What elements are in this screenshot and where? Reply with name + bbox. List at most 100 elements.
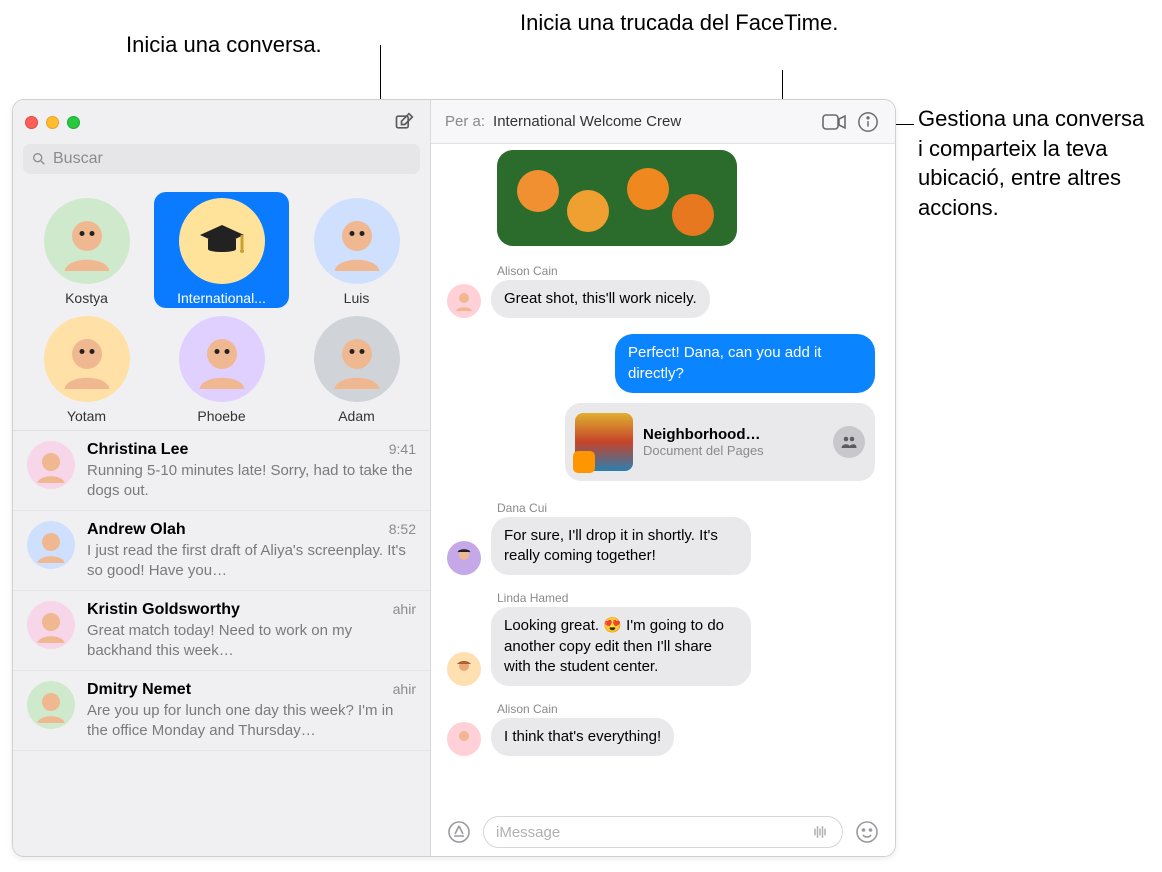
graduation-cap-icon xyxy=(197,221,247,261)
pin-label: Kostya xyxy=(65,290,108,306)
sidebar: Buscar Kostya International... Luis Yotam Ph… xyxy=(13,100,431,856)
search-icon xyxy=(31,151,47,167)
pinned-conversation[interactable]: Kostya xyxy=(19,192,154,308)
conversation-time: ahir xyxy=(393,681,416,697)
pinned-conversation[interactable]: Adam xyxy=(289,310,424,426)
message-input[interactable]: iMessage xyxy=(483,816,843,848)
conversation-time: 8:52 xyxy=(389,521,416,537)
avatar[interactable] xyxy=(447,284,481,318)
conversation-preview: I just read the first draft of Aliya's s… xyxy=(87,541,416,580)
pinned-conversation[interactable]: International... xyxy=(154,192,289,308)
avatar xyxy=(314,316,400,402)
memoji-icon xyxy=(33,687,69,723)
search-placeholder: Buscar xyxy=(53,150,103,168)
avatar xyxy=(27,601,75,649)
traffic-lights xyxy=(25,116,80,129)
conversation-time: 9:41 xyxy=(389,441,416,457)
conversation-name: Kristin Goldsworthy xyxy=(87,601,240,619)
app-store-button[interactable] xyxy=(445,818,473,846)
doc-title: Neighborhood… xyxy=(643,426,823,443)
avatar xyxy=(179,316,265,402)
avatar xyxy=(44,198,130,284)
sender-label: Linda Hamed xyxy=(497,591,879,605)
smile-icon xyxy=(855,820,879,844)
conversation-name: Christina Lee xyxy=(87,441,188,459)
pinned-conversation[interactable]: Luis xyxy=(289,192,424,308)
memoji-icon xyxy=(327,329,387,389)
appstore-icon xyxy=(447,820,471,844)
pinned-conversation[interactable]: Yotam xyxy=(19,310,154,426)
to-label: Per a: xyxy=(445,113,485,130)
details-button[interactable] xyxy=(855,109,881,135)
search-input[interactable]: Buscar xyxy=(23,144,420,174)
avatar xyxy=(44,316,130,402)
pin-label: Phoebe xyxy=(197,408,245,424)
avatar xyxy=(314,198,400,284)
close-button[interactable] xyxy=(25,116,38,129)
conversation-time: ahir xyxy=(393,601,416,617)
memoji-icon xyxy=(33,447,69,483)
input-bar: iMessage xyxy=(431,808,895,856)
conversation-preview: Running 5-10 minutes late! Sorry, had to… xyxy=(87,461,416,500)
conversation-preview: Are you up for lunch one day this week? … xyxy=(87,701,416,740)
memoji-icon xyxy=(452,657,476,681)
messages-window: Buscar Kostya International... Luis Yotam Ph… xyxy=(12,99,896,857)
document-attachment[interactable]: Neighborhood… Document del Pages xyxy=(565,403,875,481)
conversation-list: Christina Lee 9:41 Running 5-10 minutes la… xyxy=(13,430,430,856)
input-placeholder: iMessage xyxy=(496,824,560,841)
memoji-icon xyxy=(452,546,476,570)
callout-info: Gestiona una conversa i comparteix la te… xyxy=(918,104,1148,223)
conversation-item[interactable]: Andrew Olah8:52I just read the first dra… xyxy=(13,511,430,591)
pin-label: Luis xyxy=(344,290,370,306)
pinned-conversations: Kostya International... Luis Yotam Phoebe Ada… xyxy=(13,184,430,430)
zoom-button[interactable] xyxy=(67,116,80,129)
avatar[interactable] xyxy=(447,652,481,686)
minimize-button[interactable] xyxy=(46,116,59,129)
message-outgoing[interactable]: Perfect! Dana, can you add it directly? xyxy=(615,334,875,393)
callout-compose: Inicia una conversa. xyxy=(126,30,322,60)
conversation-item[interactable]: Dmitry Nemet ahir Are you up for lunch one… xyxy=(13,671,430,751)
memoji-icon xyxy=(33,607,69,643)
messages-area: Alison Cain Great shot, this'll work nic… xyxy=(431,144,895,808)
memoji-icon xyxy=(192,329,252,389)
message-incoming[interactable]: For sure, I'll drop it in shortly. It's … xyxy=(491,517,751,576)
titlebar xyxy=(13,100,430,144)
to-value[interactable]: International Welcome Crew xyxy=(493,113,681,130)
avatar xyxy=(27,521,75,569)
message-incoming[interactable]: Great shot, this'll work nicely. xyxy=(491,280,710,318)
conversation-name: Dmitry Nemet xyxy=(87,681,191,699)
conversation-item[interactable]: Christina Lee 9:41 Running 5-10 minutes la… xyxy=(13,431,430,511)
memoji-icon xyxy=(57,329,117,389)
conversation-item[interactable]: Kristin Goldsworthy ahir Great match today… xyxy=(13,591,430,671)
memoji-icon xyxy=(452,727,476,751)
compose-button[interactable] xyxy=(390,108,418,136)
avatar[interactable] xyxy=(447,722,481,756)
image-attachment[interactable] xyxy=(497,150,737,246)
chat-header: Per a: International Welcome Crew xyxy=(431,100,895,144)
avatar[interactable] xyxy=(447,541,481,575)
memoji-icon xyxy=(33,527,69,563)
sender-label: Dana Cui xyxy=(497,501,879,515)
conversation-preview: Great match today! Need to work on my ba… xyxy=(87,621,416,660)
facetime-button[interactable] xyxy=(821,109,847,135)
collaboration-icon xyxy=(833,426,865,458)
memoji-icon xyxy=(452,289,476,313)
compose-icon xyxy=(394,112,414,132)
callout-facetime: Inicia una trucada del FaceTime. xyxy=(520,8,838,38)
pinned-conversation[interactable]: Phoebe xyxy=(154,310,289,426)
chat-pane: Per a: International Welcome Crew Alison… xyxy=(431,100,895,856)
video-icon xyxy=(822,113,846,131)
pin-label: Adam xyxy=(338,408,375,424)
message-incoming[interactable]: I think that's everything! xyxy=(491,718,674,756)
info-icon xyxy=(857,111,879,133)
memoji-icon xyxy=(327,211,387,271)
avatar xyxy=(27,681,75,729)
message-incoming[interactable]: Looking great. 😍 I'm going to do another… xyxy=(491,607,751,686)
pin-label: Yotam xyxy=(67,408,106,424)
audio-wave-icon xyxy=(810,824,830,840)
avatar xyxy=(179,198,265,284)
sender-label: Alison Cain xyxy=(497,702,879,716)
memoji-icon xyxy=(57,211,117,271)
doc-subtitle: Document del Pages xyxy=(643,443,823,458)
emoji-button[interactable] xyxy=(853,818,881,846)
